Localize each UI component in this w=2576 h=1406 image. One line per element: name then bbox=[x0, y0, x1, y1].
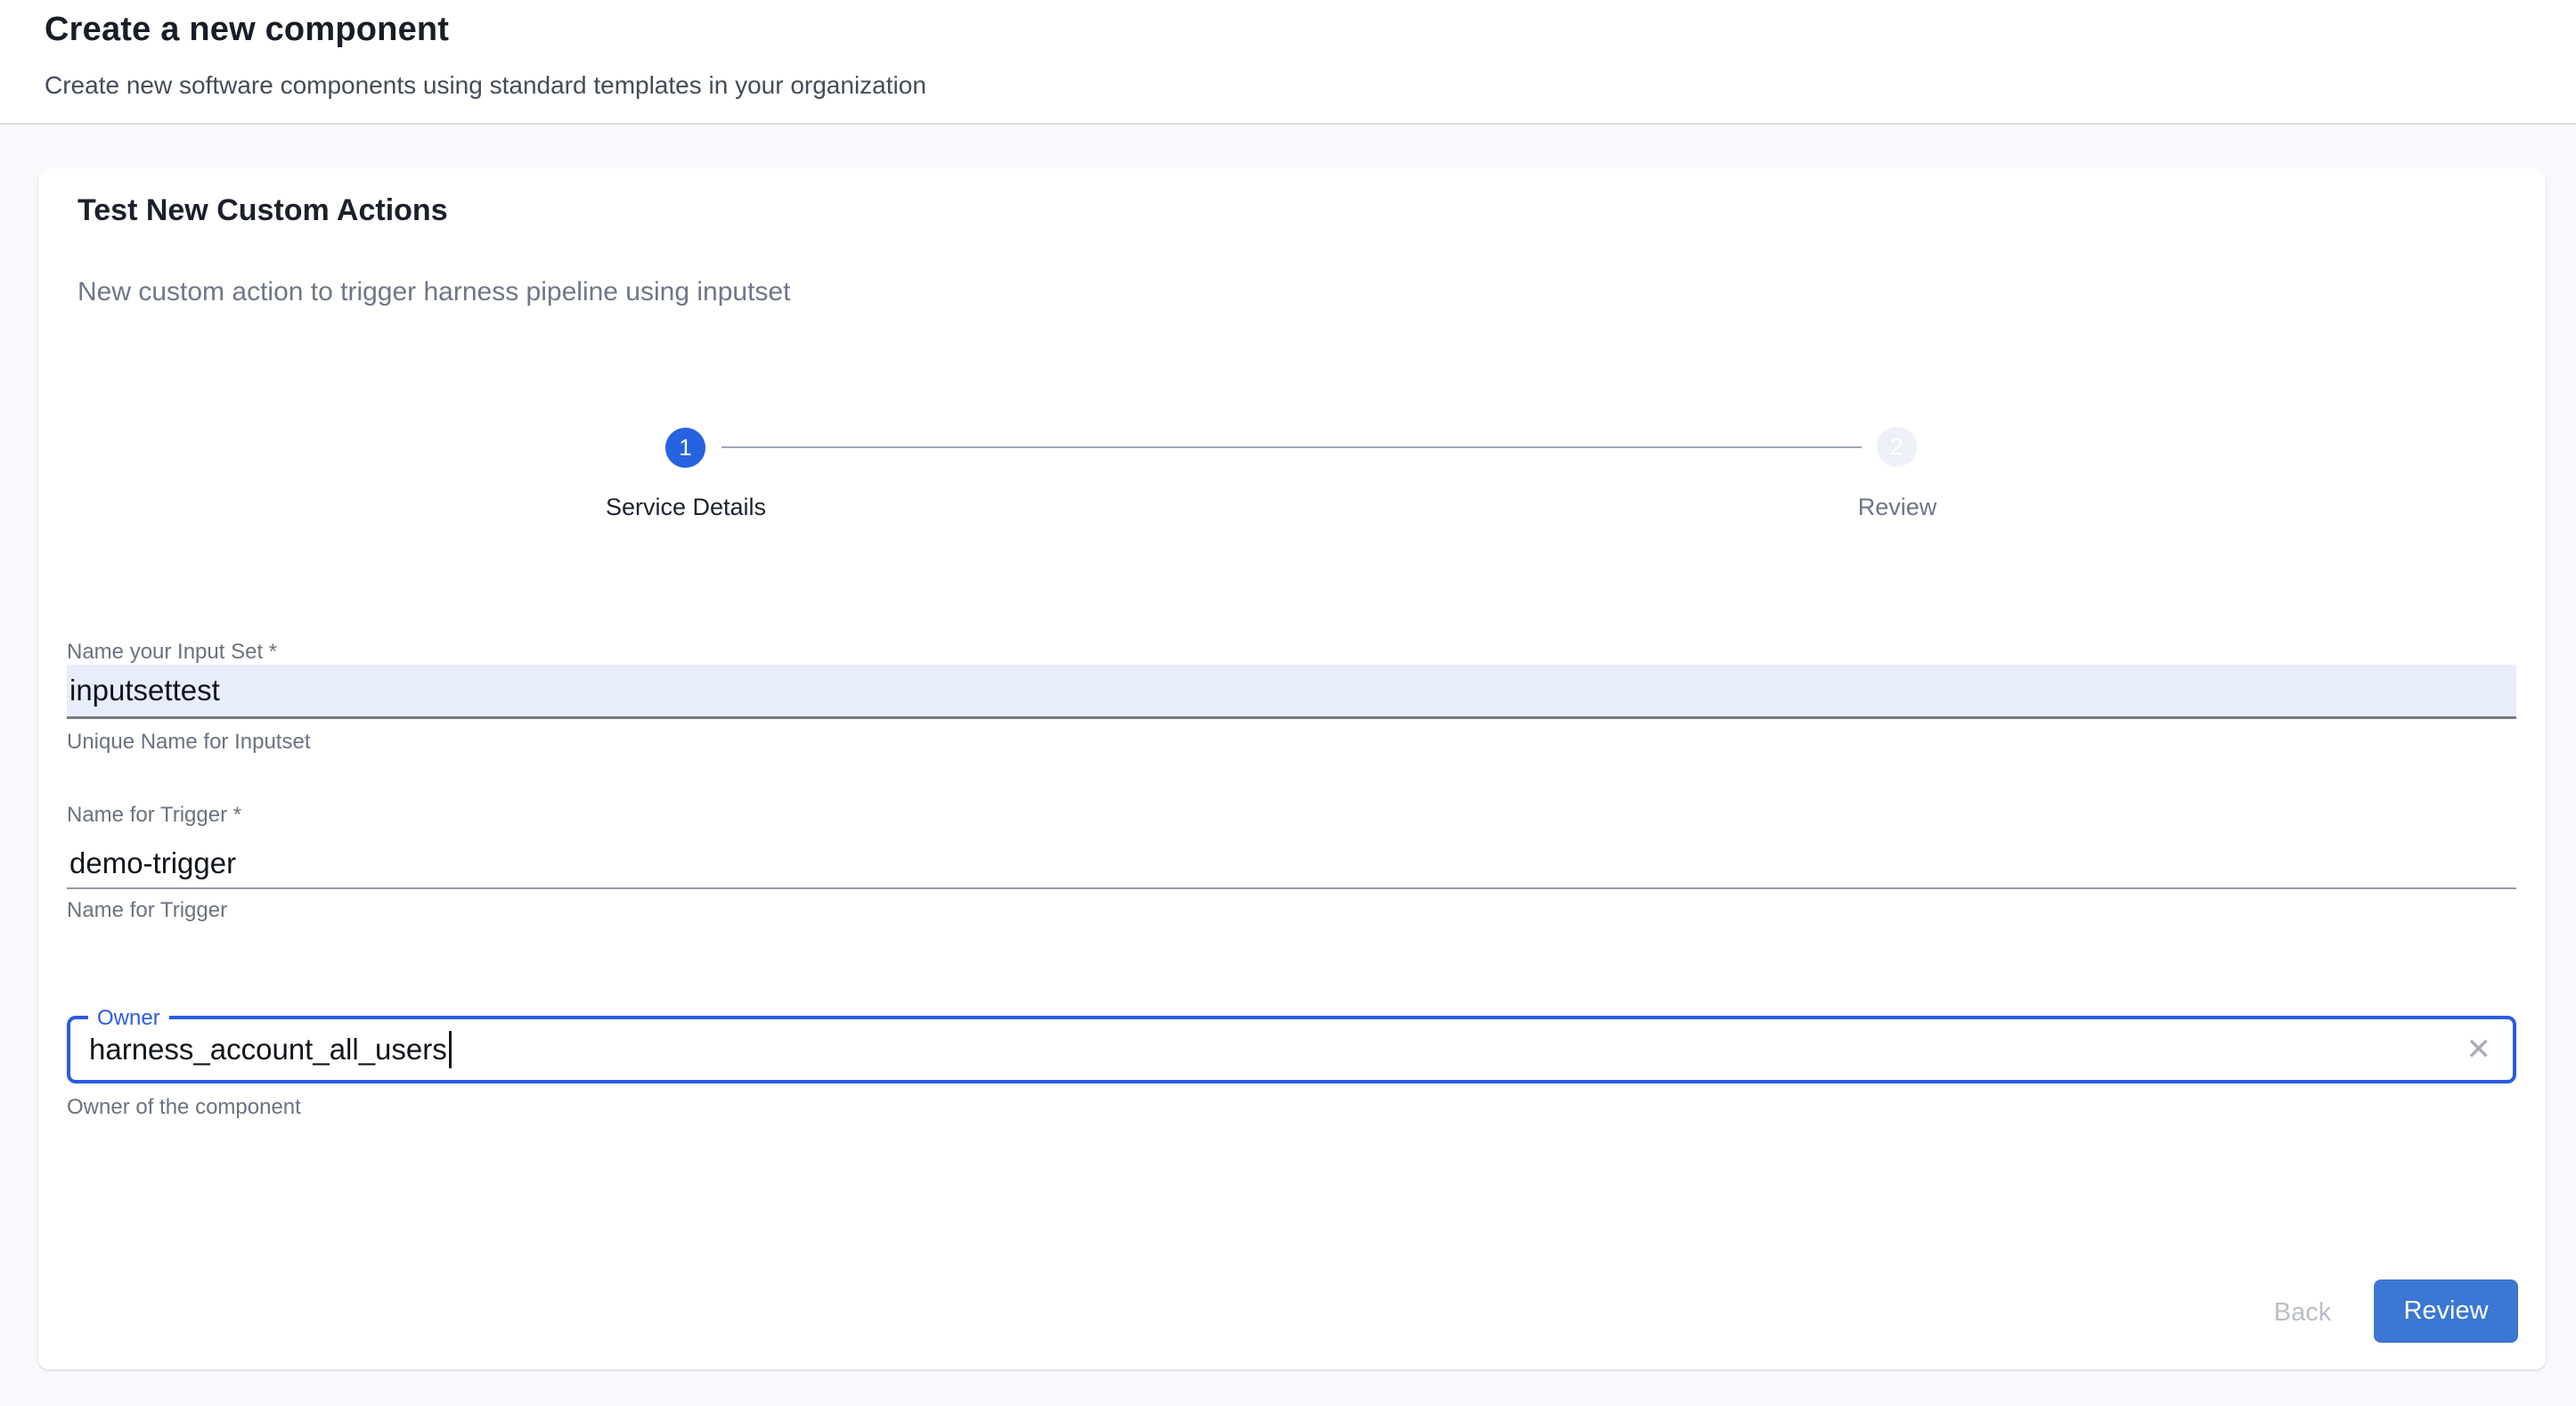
owner-input[interactable]: Owner harness_account_all_users ✕ bbox=[67, 1016, 2516, 1083]
create-component-page: Create a new component Create new softwa… bbox=[0, 0, 2576, 1406]
back-button[interactable]: Back bbox=[2231, 1296, 2374, 1328]
page-header: Create a new component Create new softwa… bbox=[0, 0, 2576, 123]
review-button[interactable]: Review bbox=[2374, 1279, 2518, 1343]
trigger-name-input[interactable]: demo-trigger bbox=[67, 838, 2516, 889]
trigger-name-label: Name for Trigger * bbox=[67, 802, 241, 829]
trigger-name-helper: Name for Trigger bbox=[67, 897, 227, 924]
text-cursor bbox=[449, 1031, 452, 1068]
inputset-name-input[interactable]: inputsettest bbox=[67, 665, 2516, 719]
step-indicator-review: 2 bbox=[1877, 427, 1917, 467]
step-indicator-service-details: 1 bbox=[665, 428, 705, 468]
template-description: New custom action to trigger harness pip… bbox=[77, 277, 790, 307]
step-number: 2 bbox=[1890, 433, 1903, 461]
inputset-name-helper: Unique Name for Inputset bbox=[67, 729, 310, 756]
owner-value: harness_account_all_users bbox=[70, 1033, 447, 1067]
step-label-service-details: Service Details bbox=[508, 494, 864, 521]
step-number: 1 bbox=[679, 434, 691, 462]
owner-label: Owner bbox=[88, 1004, 169, 1033]
trigger-name-value: demo-trigger bbox=[67, 846, 236, 880]
page-subtitle: Create new software components using sta… bbox=[45, 71, 926, 100]
step-label-review: Review bbox=[1719, 494, 2075, 521]
inputset-name-label: Name your Input Set * bbox=[67, 639, 277, 666]
stepper-connector-line bbox=[721, 446, 1862, 448]
owner-helper: Owner of the component bbox=[67, 1094, 301, 1121]
clear-icon[interactable]: ✕ bbox=[2466, 1034, 2492, 1065]
page-title: Create a new component bbox=[45, 11, 449, 49]
template-card: Test New Custom Actions New custom actio… bbox=[38, 168, 2546, 1369]
template-title: Test New Custom Actions bbox=[77, 193, 448, 228]
inputset-name-value: inputsettest bbox=[67, 674, 220, 707]
